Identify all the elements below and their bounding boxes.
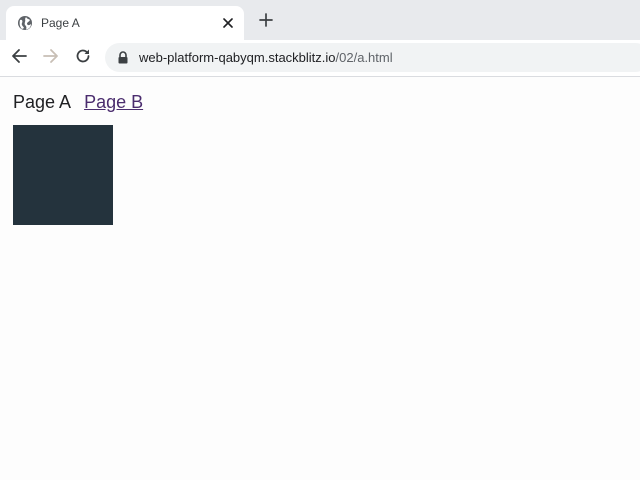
address-bar[interactable]: web-platform-qabyqm.stackblitz.io/02/a.h… — [105, 43, 640, 72]
toolbar: web-platform-qabyqm.stackblitz.io/02/a.h… — [0, 40, 640, 77]
tab-title: Page A — [41, 16, 80, 30]
browser-window: Page A web-platform-qabyqm.stackblitz.io… — [0, 0, 640, 480]
tab-strip: Page A — [0, 0, 640, 40]
plus-icon — [259, 12, 273, 32]
reload-button[interactable] — [73, 48, 93, 68]
url-host: web-platform-qabyqm.stackblitz.io — [139, 50, 336, 65]
page-b-link[interactable]: Page B — [84, 92, 143, 112]
reload-icon — [75, 48, 91, 69]
arrow-left-icon — [11, 48, 27, 69]
globe-icon — [17, 15, 33, 31]
url-path: /02/a.html — [335, 50, 393, 65]
url-text[interactable]: web-platform-qabyqm.stackblitz.io/02/a.h… — [139, 50, 393, 65]
arrow-right-icon — [43, 48, 59, 69]
back-button[interactable] — [9, 48, 29, 68]
new-tab-button[interactable] — [256, 12, 276, 32]
dark-square — [13, 125, 113, 225]
current-page-label: Page A — [13, 92, 72, 112]
tab-page-a[interactable]: Page A — [6, 6, 244, 40]
lock-icon[interactable] — [117, 51, 129, 64]
page-nav: Page A Page B — [13, 91, 143, 113]
forward-button[interactable] — [41, 48, 61, 68]
page-content: Page A Page B — [0, 77, 640, 480]
close-icon[interactable] — [220, 15, 236, 31]
